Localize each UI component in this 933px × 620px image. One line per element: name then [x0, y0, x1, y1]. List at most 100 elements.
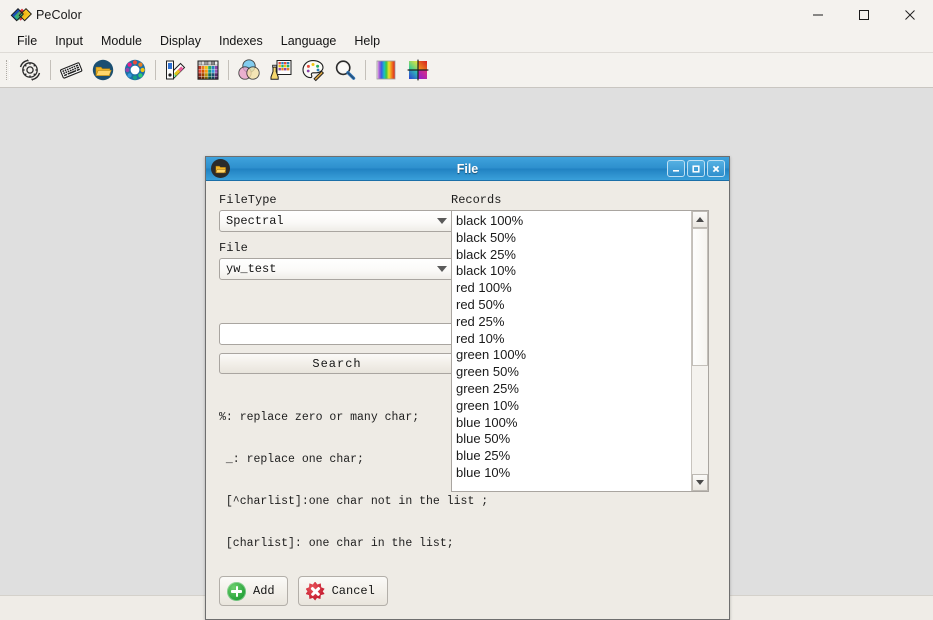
hint-line: _: replace one char; — [219, 453, 364, 466]
filetype-value: Spectral — [226, 214, 284, 228]
list-item[interactable]: blue 100% — [456, 415, 691, 432]
toolbar-grip[interactable] — [6, 60, 10, 80]
cancel-button-label: Cancel — [331, 584, 375, 598]
color-grid-icon[interactable] — [403, 55, 433, 85]
maximize-button[interactable] — [841, 0, 887, 29]
list-item[interactable]: green 50% — [456, 364, 691, 381]
plus-circle-icon — [227, 581, 246, 601]
list-item[interactable]: blue 50% — [456, 431, 691, 448]
menu-item-display[interactable]: Display — [151, 31, 210, 51]
list-item[interactable]: green 100% — [456, 347, 691, 364]
hint-line: [charlist]: one char in the list; — [219, 537, 454, 550]
list-item[interactable]: blue 10% — [456, 465, 691, 482]
dialog-close-button[interactable] — [707, 160, 725, 177]
dialog-footer: Add Cancel — [219, 576, 388, 606]
file-label: File — [219, 241, 248, 255]
scrollbar-track[interactable] — [692, 228, 708, 474]
records-listbox[interactable]: black 100% black 50% black 25% black 10%… — [451, 210, 709, 492]
menu-item-help[interactable]: Help — [345, 31, 389, 51]
list-item[interactable]: red 10% — [456, 331, 691, 348]
records-label: Records — [451, 193, 502, 207]
list-item[interactable]: green 10% — [456, 398, 691, 415]
list-item[interactable]: black 100% — [456, 213, 691, 230]
color-table-icon[interactable] — [193, 55, 223, 85]
scroll-up-button[interactable] — [692, 211, 708, 228]
window-titlebar: PeColor — [0, 0, 933, 29]
hint-line: [^charlist]:one char not in the list ; — [219, 495, 489, 508]
menu-item-file[interactable]: File — [8, 31, 46, 51]
minimize-icon — [673, 169, 679, 172]
menu-item-module[interactable]: Module — [92, 31, 151, 51]
pecolor-logo-icon — [10, 6, 32, 24]
toolbar-separator — [365, 60, 366, 80]
close-icon — [905, 9, 915, 20]
menubar: File Input Module Display Indexes Langua… — [0, 29, 933, 53]
menu-item-input[interactable]: Input — [46, 31, 92, 51]
lab-measure-icon[interactable] — [266, 55, 296, 85]
close-icon — [712, 165, 720, 172]
dialog-right-panel: Records black 100% black 50% black 25% b… — [451, 193, 709, 492]
window-title: PeColor — [36, 7, 82, 22]
close-button[interactable] — [887, 0, 933, 29]
filetype-select[interactable]: Spectral — [219, 210, 455, 232]
list-item[interactable]: red 25% — [456, 314, 691, 331]
minimize-icon — [813, 14, 823, 15]
settings-gear-icon[interactable] — [15, 55, 45, 85]
list-item[interactable]: blue 25% — [456, 448, 691, 465]
menu-item-indexes[interactable]: Indexes — [210, 31, 272, 51]
filetype-label: FileType — [219, 193, 277, 207]
records-scrollbar[interactable] — [691, 211, 708, 491]
toolbar-separator — [50, 60, 51, 80]
maximize-icon — [859, 9, 869, 20]
dialog-titlebar[interactable]: File — [206, 157, 729, 181]
search-button[interactable]: Search — [219, 353, 455, 374]
keyboard-icon[interactable] — [56, 55, 86, 85]
chevron-down-icon — [437, 218, 447, 224]
window-controls — [795, 0, 933, 29]
hint-line: %: replace zero or many char; — [219, 411, 420, 424]
palette-icon[interactable] — [298, 55, 328, 85]
toolbar-separator — [155, 60, 156, 80]
scroll-down-button[interactable] — [692, 474, 708, 491]
toolbar — [0, 53, 933, 88]
file-select[interactable]: yw_test — [219, 258, 455, 280]
triangle-up-icon — [696, 217, 704, 222]
dialog-maximize-button[interactable] — [687, 160, 705, 177]
search-input[interactable] — [219, 323, 455, 345]
wildcard-hint-text: %: replace zero or many char; _: replace… — [219, 383, 489, 579]
list-item[interactable]: black 25% — [456, 247, 691, 264]
magnifier-icon[interactable] — [330, 55, 360, 85]
list-item[interactable]: black 50% — [456, 230, 691, 247]
add-button[interactable]: Add — [219, 576, 288, 606]
minimize-button[interactable] — [795, 0, 841, 29]
menu-item-language[interactable]: Language — [272, 31, 346, 51]
folder-open-icon — [211, 159, 230, 178]
records-list[interactable]: black 100% black 50% black 25% black 10%… — [452, 211, 691, 491]
dialog-body: FileType Spectral File yw_test Search %:… — [206, 181, 729, 619]
spectrum-gradient-icon[interactable] — [371, 55, 401, 85]
add-button-label: Add — [253, 584, 275, 598]
color-overlay-circles-icon[interactable] — [234, 55, 264, 85]
file-dialog: File FileType Spectral File yw_test Sear… — [205, 156, 730, 620]
color-wheel-icon[interactable] — [120, 55, 150, 85]
list-item[interactable]: green 25% — [456, 381, 691, 398]
list-item[interactable]: red 100% — [456, 280, 691, 297]
maximize-icon — [692, 164, 700, 173]
dialog-left-panel: FileType Spectral File yw_test Search %:… — [219, 193, 489, 579]
toolbar-separator — [228, 60, 229, 80]
list-item[interactable]: red 50% — [456, 297, 691, 314]
cancel-button[interactable]: Cancel — [297, 576, 388, 606]
color-fan-swatch-icon[interactable] — [161, 55, 191, 85]
triangle-down-icon — [696, 480, 704, 485]
chevron-down-icon — [437, 266, 447, 272]
application-window: PeColor File Input Module Display Indexe… — [0, 0, 933, 620]
file-value: yw_test — [226, 262, 277, 276]
cross-burst-icon — [305, 581, 325, 601]
scrollbar-thumb[interactable] — [692, 228, 708, 366]
folder-open-icon[interactable] — [88, 55, 118, 85]
dialog-title: File — [456, 161, 479, 176]
mdi-client-area: File FileType Spectral File yw_test Sear… — [0, 88, 933, 620]
list-item[interactable]: black 10% — [456, 263, 691, 280]
dialog-minimize-button[interactable] — [667, 160, 685, 177]
